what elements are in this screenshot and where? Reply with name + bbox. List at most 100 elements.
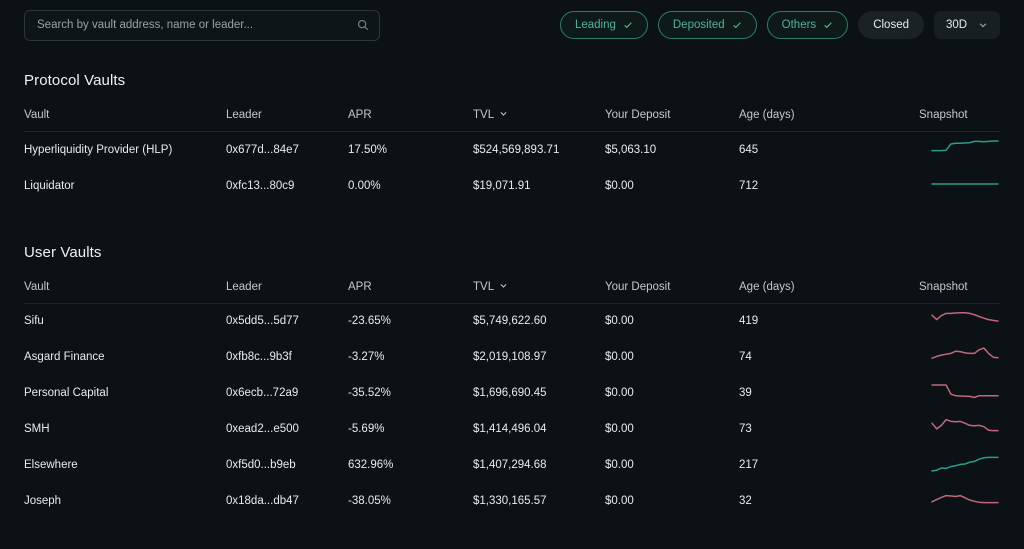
user-vaults-table: Vault Leader APR TVL Your Deposit Age (d… [24,280,1000,520]
cell-vault: Sifu [24,315,44,328]
cell-vault: Hyperliquidity Provider (HLP) [24,143,173,156]
header-age[interactable]: Age (days) [739,280,919,304]
user-vaults-head: Vault Leader APR TVL Your Deposit Age (d… [24,280,1000,304]
cell-leader[interactable]: 0xfc13...80c9 [226,168,348,204]
cell-age: 419 [739,315,759,328]
cell-age: 645 [739,143,759,156]
cell-apr: -38.05% [348,495,391,507]
cell-leader[interactable]: 0x677d...84e7 [226,132,348,168]
cell-snapshot [919,375,1000,411]
sparkline-chart [930,171,1000,197]
cell-age: 32 [739,495,752,507]
table-row[interactable]: Liquidator 0xfc13...80c9 0.00% $19,071.91 $0… [24,168,1000,204]
table-row[interactable]: Asgard Finance 0xfb8c...9b3f -3.27% $2,019,… [24,339,1000,375]
header-tvl[interactable]: TVL [473,280,605,304]
search-box[interactable] [24,9,380,41]
search-input[interactable] [37,19,351,31]
filter-leading-label: Leading [574,19,616,31]
header-tvl-label: TVL [473,280,495,293]
protocol-vaults-table: Vault Leader APR TVL Your Deposit Age (d… [24,109,1000,204]
table-row[interactable]: Joseph 0x18da...db47 -38.05% $1,330,165.57 $… [24,483,1000,519]
protocol-vaults-body: Hyperliquidity Provider (HLP) 0x677d...84… [24,132,1000,204]
cell-apr: -5.69% [348,423,385,435]
header-your-deposit[interactable]: Your Deposit [605,109,739,132]
user-vaults-section: User Vaults Vault Leader APR TVL Your De… [0,244,1024,520]
cell-tvl: $5,749,622.60 [473,315,547,328]
chevron-down-icon [499,109,508,121]
cell-vault: Personal Capital [24,387,109,399]
table-row[interactable]: Personal Capital 0x6ecb...72a9 -35.52% $1,6… [24,375,1000,411]
cell-age: 73 [739,423,752,435]
cell-apr: 0.00% [348,179,381,192]
cell-snapshot [919,447,1000,483]
filter-deposited[interactable]: Deposited [657,11,757,39]
protocol-vaults-title: Protocol Vaults [24,72,126,89]
table-row[interactable]: Hyperliquidity Provider (HLP) 0x677d...84… [24,132,1000,168]
cell-snapshot [919,339,1000,375]
cell-age: 39 [739,387,752,399]
cell-age: 712 [739,179,759,192]
cell-age: 74 [739,351,752,363]
cell-age: 217 [739,459,759,471]
header-leader[interactable]: Leader [226,109,348,132]
cell-leader[interactable]: 0xf5d0...b9eb [226,447,348,483]
cell-leader[interactable]: 0xfb8c...9b3f [226,339,348,375]
cell-leader[interactable]: 0xead2...e500 [226,411,348,447]
cell-tvl: $19,071.91 [473,179,531,192]
table-row[interactable]: SMH 0xead2...e500 -5.69% $1,414,496.04 $0.00… [24,411,1000,447]
protocol-vaults-section: Protocol Vaults Vault Leader APR TVL You… [0,72,1024,204]
cell-your-deposit: $0.00 [605,351,634,363]
cell-apr: 632.96% [348,459,394,471]
cell-vault: Elsewhere [24,459,78,471]
cell-leader[interactable]: 0x5dd5...5d77 [226,303,348,339]
cell-your-deposit: $0.00 [605,387,634,399]
sparkline-chart [930,451,1000,477]
cell-your-deposit: $0.00 [605,315,634,328]
header-tvl-sort[interactable]: TVL [473,281,508,293]
filter-deposited-label: Deposited [672,19,725,31]
time-range-label: 30D [946,19,968,31]
time-range-selector[interactable]: 30D [934,11,1000,39]
cell-your-deposit: $0.00 [605,179,634,192]
cell-vault: Liquidator [24,179,75,192]
cell-snapshot [919,411,1000,447]
cell-tvl: $524,569,893.71 [473,143,560,156]
cell-your-deposit: $0.00 [605,495,634,507]
filter-group: Leading Deposited Others Closed 30D [559,11,1000,39]
table-row[interactable]: Elsewhere 0xf5d0...b9eb 632.96% $1,407,294.… [24,447,1000,483]
header-apr[interactable]: APR [348,280,473,304]
user-vaults-body: Sifu 0x5dd5...5d77 -23.65% $5,749,622.60 $0.… [24,303,1000,519]
top-toolbar: Leading Deposited Others [0,0,1024,50]
cell-snapshot [919,132,1000,168]
header-tvl-sort[interactable]: TVL [473,109,508,121]
table-header-row: Vault Leader APR TVL Your Deposit Age (d… [24,109,1000,132]
cell-vault: Asgard Finance [24,351,105,363]
filter-closed[interactable]: Closed [858,11,924,39]
header-tvl[interactable]: TVL [473,109,605,132]
sparkline-chart [930,379,1000,405]
header-leader[interactable]: Leader [226,280,348,304]
filter-closed-label: Closed [873,19,909,31]
header-snapshot: Snapshot [919,109,1000,132]
header-apr[interactable]: APR [348,109,473,132]
user-vaults-title: User Vaults [24,243,102,261]
filter-others-label: Others [781,19,817,31]
header-age[interactable]: Age (days) [739,109,919,132]
cell-your-deposit: $0.00 [605,423,634,435]
table-header-row: Vault Leader APR TVL Your Deposit Age (d… [24,280,1000,304]
search-icon[interactable] [357,19,369,31]
cell-vault: Joseph [24,495,62,507]
cell-your-deposit: $0.00 [605,459,634,471]
cell-snapshot [919,483,1000,519]
check-icon [823,20,833,30]
filter-leading[interactable]: Leading [559,11,648,39]
header-vault[interactable]: Vault [24,109,226,132]
chevron-down-icon [978,20,988,30]
header-vault[interactable]: Vault [24,280,226,304]
header-your-deposit[interactable]: Your Deposit [605,280,739,304]
filter-others[interactable]: Others [766,11,849,39]
table-row[interactable]: Sifu 0x5dd5...5d77 -23.65% $5,749,622.60 $0.… [24,303,1000,339]
cell-leader[interactable]: 0x18da...db47 [226,483,348,519]
cell-leader[interactable]: 0x6ecb...72a9 [226,375,348,411]
cell-apr: 17.50% [348,143,388,156]
